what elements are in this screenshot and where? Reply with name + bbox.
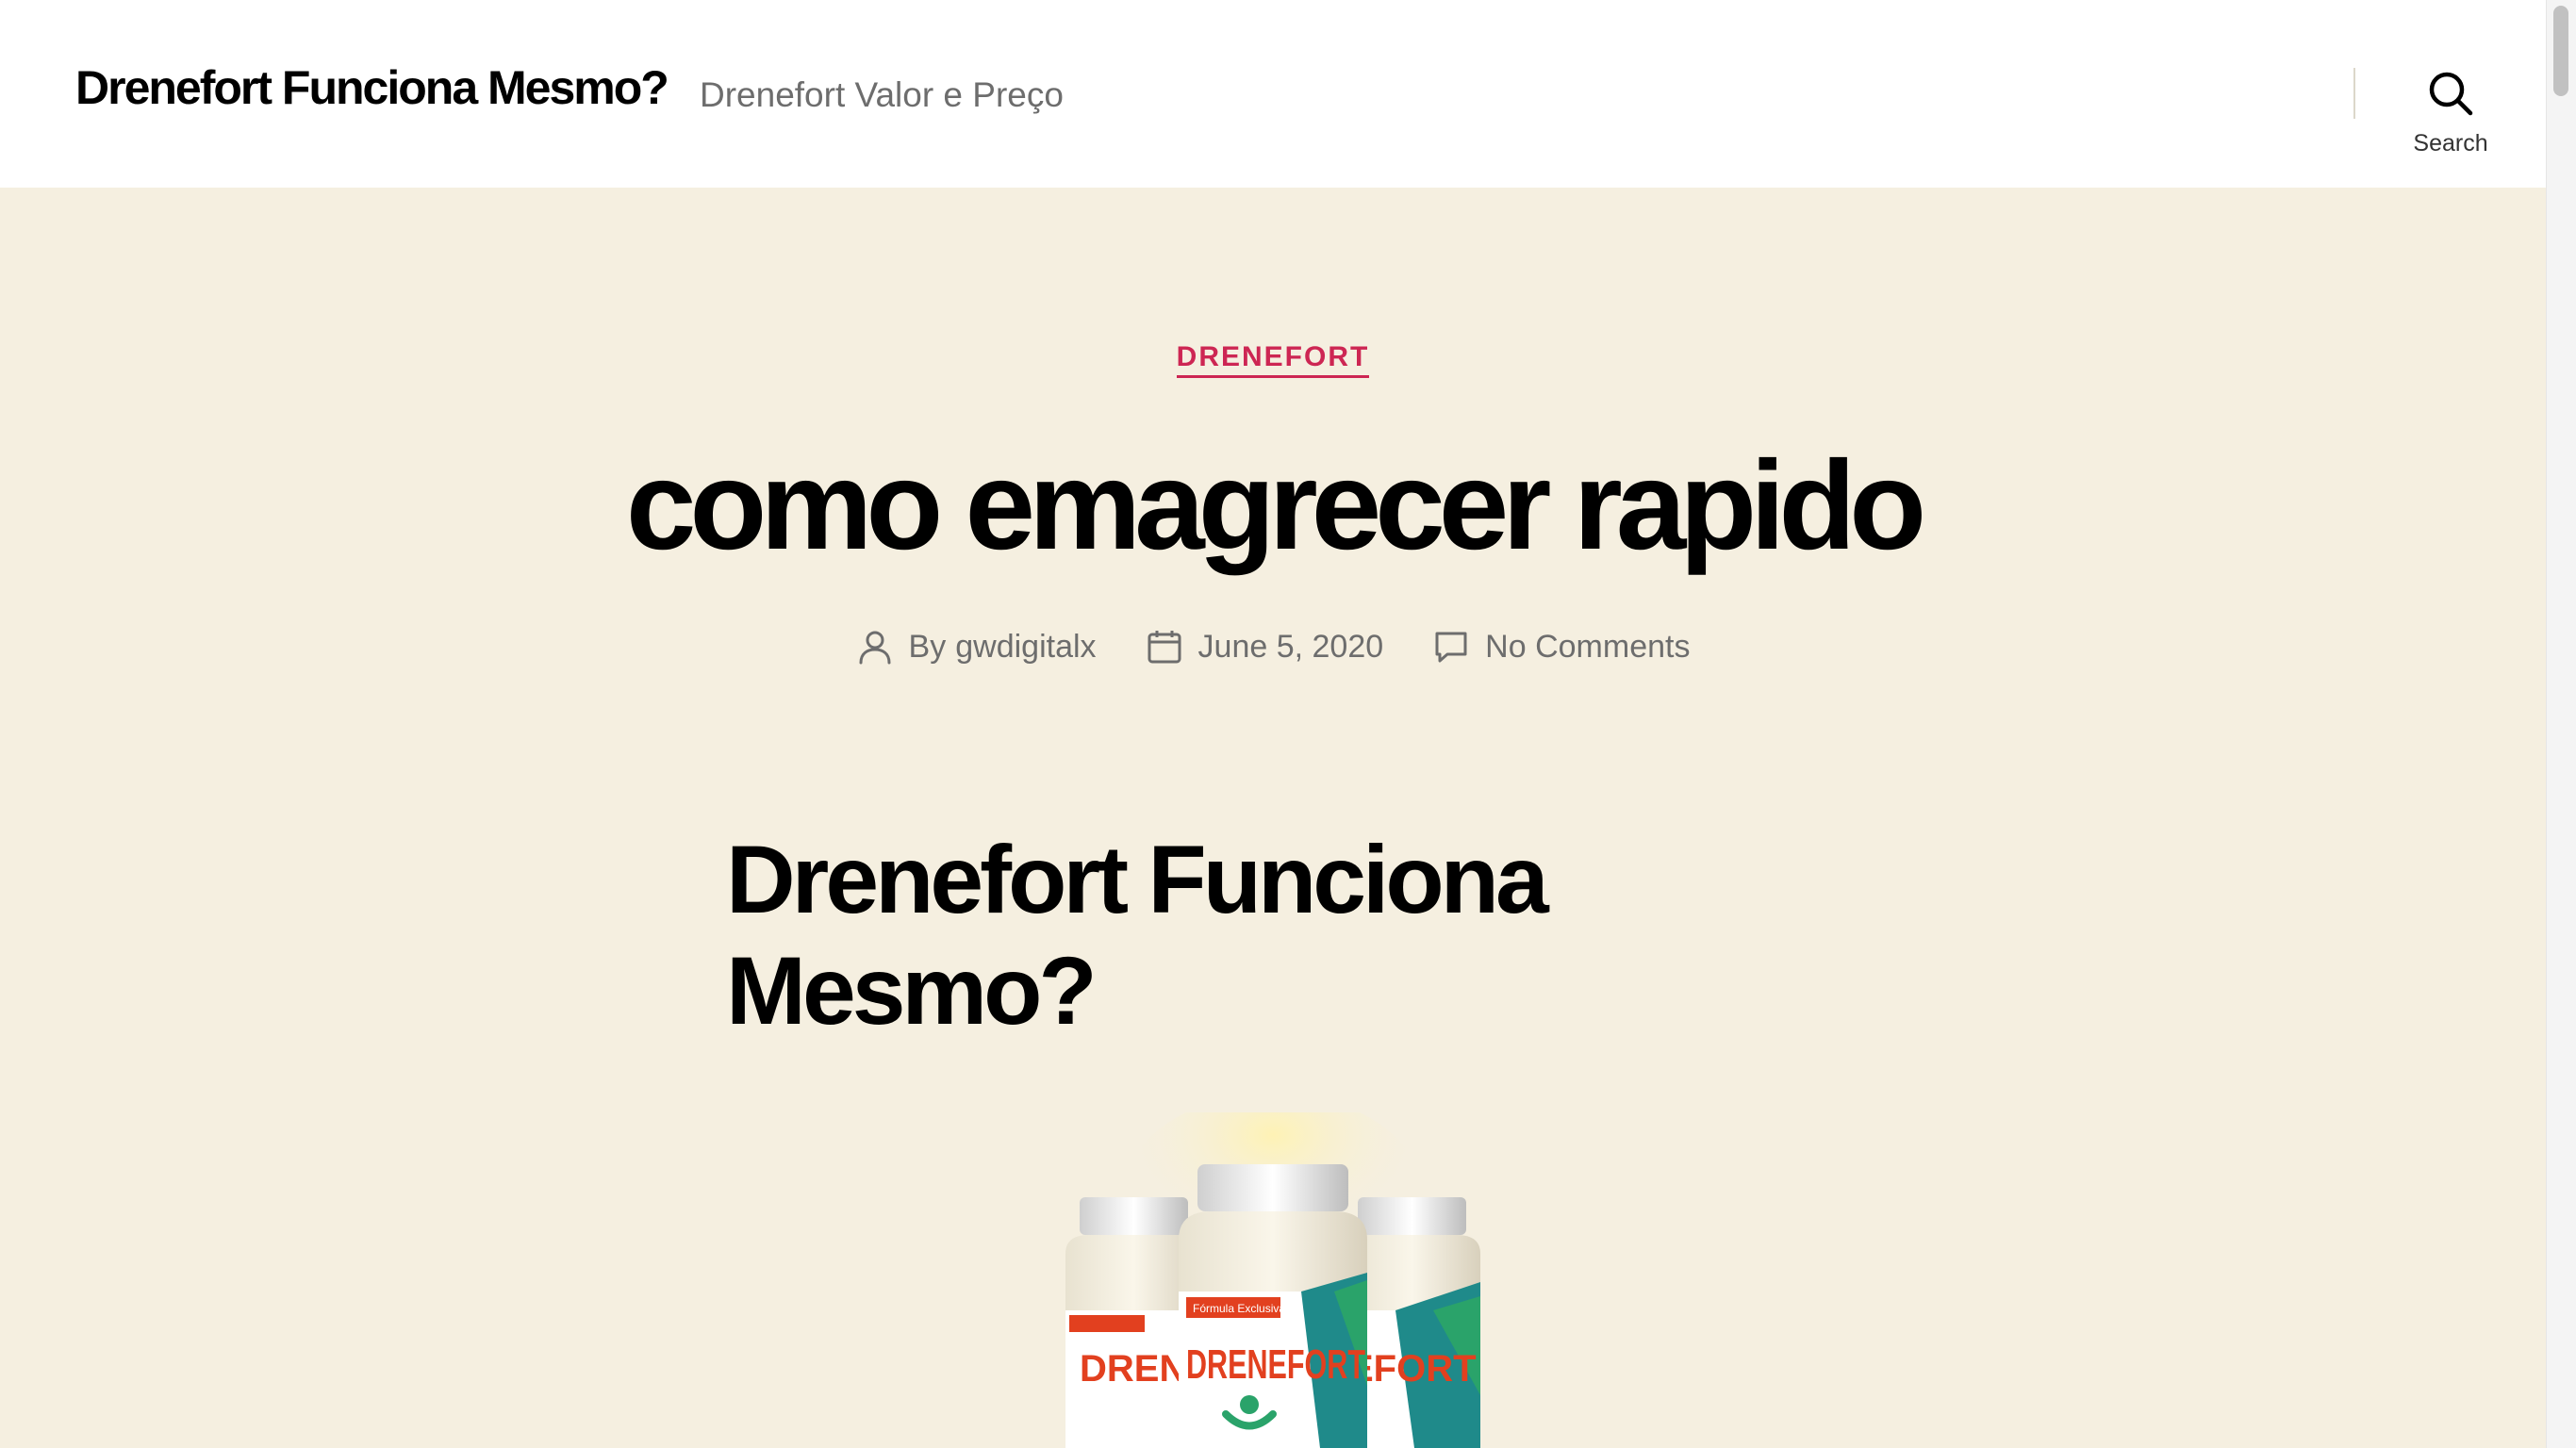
calendar-icon	[1148, 631, 1181, 664]
search-toggle-button[interactable]: Search	[2395, 62, 2506, 166]
site-title-link[interactable]: Drenefort Funciona Mesmo?	[75, 60, 669, 115]
header-divider	[2353, 68, 2355, 119]
comment-icon	[1435, 632, 1467, 663]
content-heading-line2: Mesmo?	[726, 937, 1098, 1045]
scrollbar-track[interactable]	[2546, 0, 2576, 1448]
site-description: Drenefort Valor e Preço	[700, 75, 1064, 114]
product-image: DRENI EFORT Fórmula Exclusiva DRENEFORT	[1065, 1112, 1480, 1448]
user-icon	[859, 631, 891, 665]
content-heading: Drenefort Funciona Mesmo?	[726, 824, 1669, 1046]
bottle-center: Fórmula Exclusiva DRENEFORT	[1179, 1164, 1367, 1448]
post-comments: No Comments	[1432, 628, 1690, 666]
product-badge: Fórmula Exclusiva	[1193, 1302, 1285, 1315]
date-link[interactable]: June 5, 2020	[1198, 629, 1384, 666]
scrollbar-thumb[interactable]	[2553, 6, 2568, 96]
author-link[interactable]: gwdigitalx	[955, 629, 1096, 666]
category-link-wrapper: DRENEFORT	[0, 341, 2546, 378]
comments-link[interactable]: No Comments	[1485, 629, 1690, 666]
site-header: Drenefort Funciona Mesmo? Drenefort Valo…	[0, 0, 2546, 188]
search-label: Search	[2413, 130, 2488, 156]
search-icon	[2429, 72, 2473, 116]
product-brand: DRENEFORT	[1186, 1341, 1365, 1388]
post-meta: By gwdigitalx June 5, 2020 No Comments	[0, 628, 2546, 666]
category-link[interactable]: DRENEFORT	[1176, 341, 1370, 378]
content-heading-line1: Drenefort Funciona	[726, 826, 1549, 933]
svg-text:EFORT: EFORT	[1348, 1348, 1477, 1390]
post-author: By gwdigitalx	[856, 628, 1097, 666]
entry-title: como emagrecer rapido	[625, 436, 1926, 576]
author-prefix: By	[908, 628, 947, 665]
post-date: June 5, 2020	[1146, 628, 1384, 666]
